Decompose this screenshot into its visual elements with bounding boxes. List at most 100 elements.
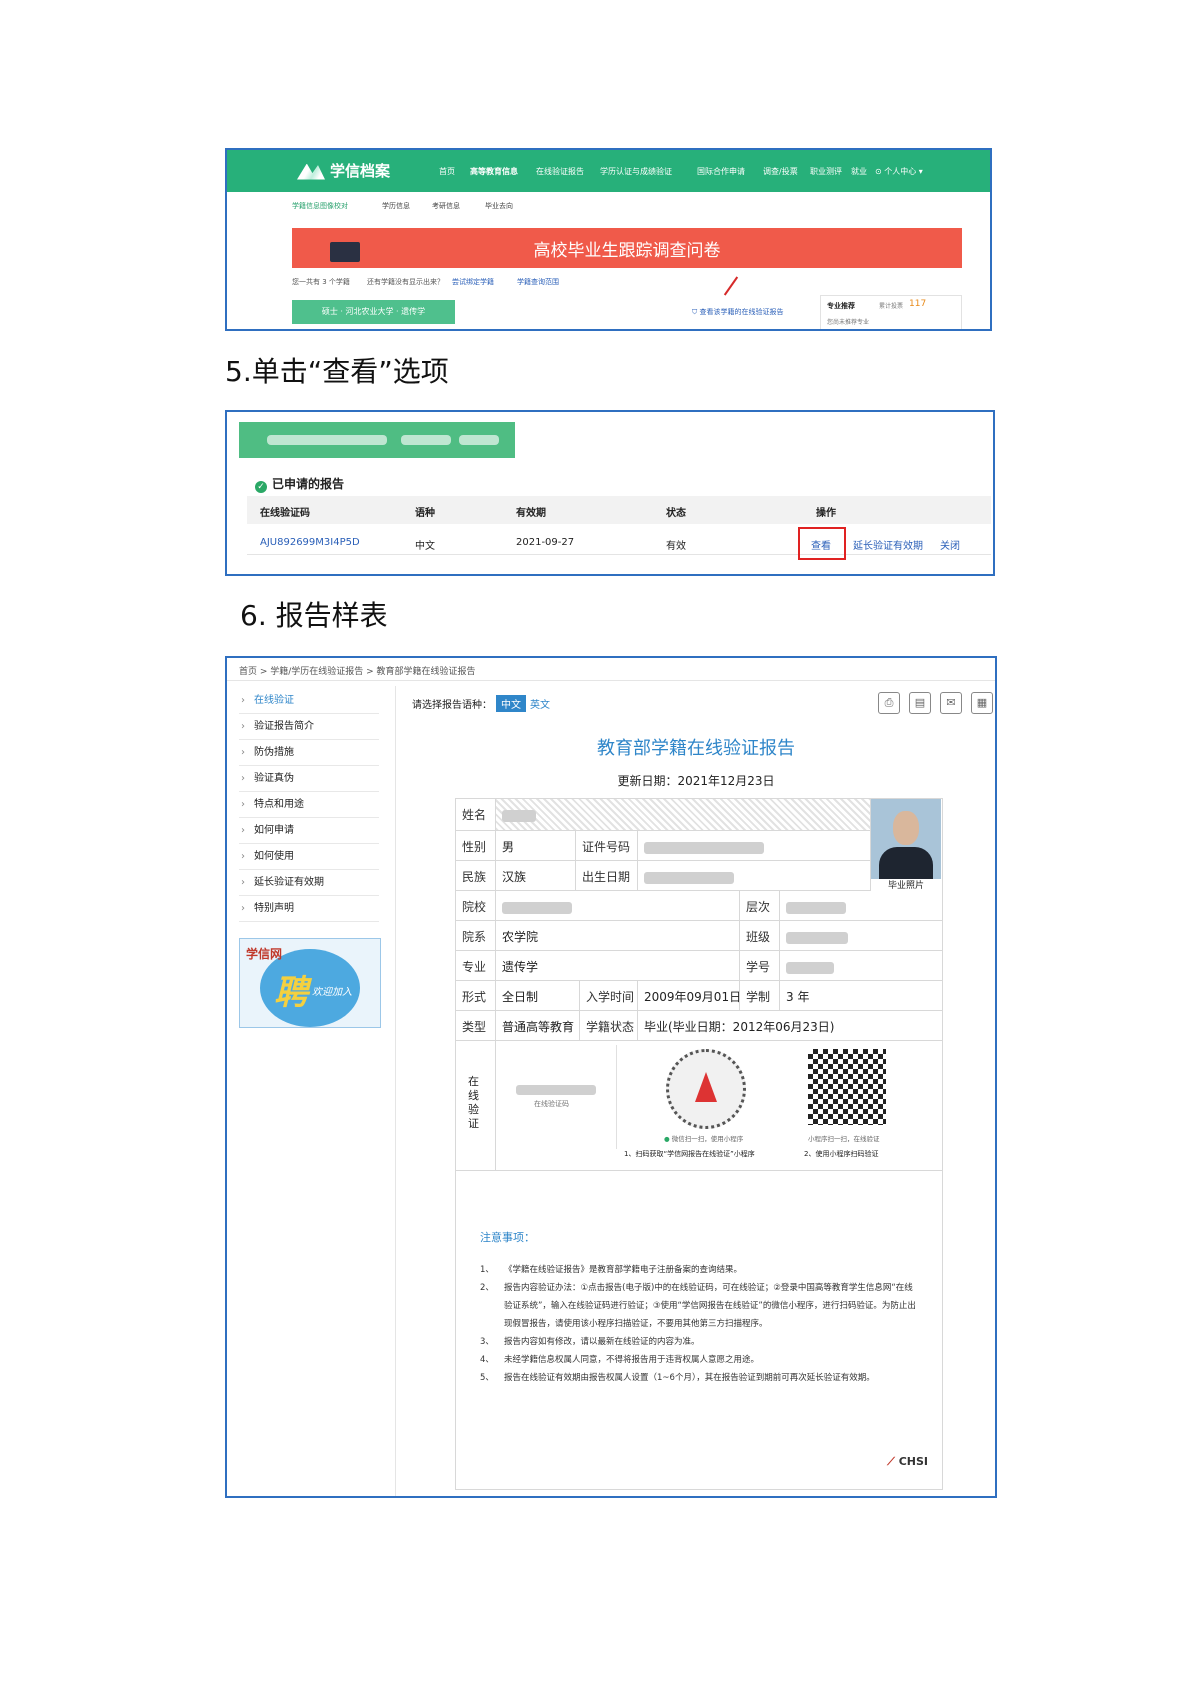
arrow-pointer-icon xyxy=(723,276,739,296)
nav-online-verification[interactable]: 在线验证报告 xyxy=(536,166,584,177)
mail-icon[interactable]: ✉ xyxy=(940,692,962,714)
label-length: 学制 xyxy=(740,981,780,1011)
header-code: 在线验证码 xyxy=(260,508,310,519)
label-birth: 出生日期 xyxy=(576,861,638,891)
print-icon[interactable]: ⎙ xyxy=(878,692,900,714)
recruit-ad[interactable]: 学信网 聘 欢迎加入 xyxy=(239,938,381,1028)
nav-survey[interactable]: 调查/投票 xyxy=(763,166,798,177)
label-level: 层次 xyxy=(740,891,780,921)
row-divider xyxy=(247,554,991,555)
verify-report-link[interactable]: ⛉ 查看该学籍的在线验证报告 xyxy=(692,307,783,317)
nav-career-test[interactable]: 职业测评 xyxy=(810,166,842,177)
type-value: 普通高等教育 xyxy=(496,1011,580,1041)
save-icon[interactable]: ▤ xyxy=(909,692,931,714)
top-navbar: 学信档案 首页 高等教育信息 在线验证报告 学历认证与成绩验证 国际合作申请 调… xyxy=(227,150,990,192)
breadcrumb: 首页 > 学籍/学历在线验证报告 > 教育部学籍在线验证报告 xyxy=(239,667,476,677)
school-value-blurred xyxy=(496,891,740,921)
birth-value-blurred xyxy=(638,861,871,891)
nav-personal-center[interactable]: ⊙ 个人中心 ▾ xyxy=(875,166,923,177)
step-2: 2、使用小程序扫码验证 xyxy=(804,1150,879,1158)
record-count: 您一共有 3 个学籍 xyxy=(292,278,350,286)
lang-english-button[interactable]: 英文 xyxy=(530,700,550,711)
photo-face xyxy=(893,811,919,845)
bind-record-link[interactable]: 尝试绑定学籍 xyxy=(452,277,494,287)
row-status: 有效 xyxy=(666,541,686,552)
table-header xyxy=(247,496,991,524)
record-range-link[interactable]: 学籍查询范围 xyxy=(517,277,559,287)
close-report-button[interactable]: 关闭 xyxy=(940,537,960,552)
sidebar: 在线验证 验证报告简介 防伪措施 验证真伪 特点和用途 如何申请 如何使用 延长… xyxy=(239,688,379,922)
label-id: 证件号码 xyxy=(576,831,638,861)
miniapp-hint: 小程序扫一扫，在线验证 xyxy=(808,1135,880,1143)
caption-step5: 5.单击“查看”选项 xyxy=(225,355,449,388)
blurred-text xyxy=(401,435,451,445)
subnav-destination[interactable]: 毕业去向 xyxy=(485,201,513,211)
card-count-label: 累计投票 xyxy=(879,303,904,310)
row-expiry: 2021-09-27 xyxy=(516,537,575,548)
divider xyxy=(395,686,396,1496)
student-photo: 毕业照片 xyxy=(871,799,941,894)
name-value-blurred xyxy=(496,799,871,831)
notes: 注意事项： 1、 《学籍在线验证报告》是教育部学籍电子注册备案的查询结果。 2、报… xyxy=(480,1229,920,1387)
id-value-blurred xyxy=(638,831,871,861)
sidebar-item-statement[interactable]: 特别声明 xyxy=(239,896,379,922)
label-name: 姓名 xyxy=(456,799,496,831)
sidebar-item-how-apply[interactable]: 如何申请 xyxy=(239,818,379,844)
screenshot-report-sample: 首页 > 学籍/学历在线验证报告 > 教育部学籍在线验证报告 在线验证 验证报告… xyxy=(225,656,997,1498)
nav-degree-certification[interactable]: 学历认证与成绩验证 xyxy=(600,166,672,177)
subnav-degree-info[interactable]: 学历信息 xyxy=(382,201,410,211)
subnav-exam-info[interactable]: 考研信息 xyxy=(432,201,460,211)
record-tab[interactable]: 硕士 · 河北农业大学 · 遗传学 xyxy=(292,300,455,324)
step-1: 1、扫码获取“学信网报告在线验证”小程序 xyxy=(624,1150,755,1158)
check-circle-icon: ✓ xyxy=(255,481,267,493)
length-value: 3 年 xyxy=(780,981,942,1011)
label-type: 类型 xyxy=(456,1011,496,1041)
label-form: 形式 xyxy=(456,981,496,1011)
section-title: ✓ 已申请的报告 xyxy=(255,475,344,493)
label-gender: 性别 xyxy=(456,831,496,861)
sidebar-item-extend[interactable]: 延长验证有效期 xyxy=(239,870,379,896)
dept-value: 农学院 xyxy=(496,921,740,951)
qrcode-icon[interactable]: ▦ xyxy=(971,692,993,714)
header-action: 操作 xyxy=(816,508,836,519)
major-value: 遗传学 xyxy=(496,951,740,981)
card-label: 专业推荐 xyxy=(827,302,855,310)
label-enroll: 入学时间 xyxy=(580,981,638,1011)
caption-step6: 6. 报告样表 xyxy=(240,599,388,632)
ad-main: 聘 xyxy=(274,973,308,1013)
label-class: 班级 xyxy=(740,921,780,951)
class-value-blurred xyxy=(780,921,942,951)
online-verify-label-cell: 在线验证 xyxy=(456,1041,496,1171)
lang-chinese-button[interactable]: 中文 xyxy=(496,695,526,712)
nav-home[interactable]: 首页 xyxy=(439,166,455,177)
student-no-blurred xyxy=(780,951,942,981)
missing-record-text: 还有学籍没有显示出来？ xyxy=(367,278,444,286)
survey-banner[interactable]: 高校毕业生跟踪调查问卷 xyxy=(292,228,962,268)
chsi-mark-icon: ⟋ xyxy=(887,1455,899,1468)
nav-employment[interactable]: 就业 xyxy=(851,166,867,177)
sidebar-item-how-use[interactable]: 如何使用 xyxy=(239,844,379,870)
extend-validity-button[interactable]: 延长验证有效期 xyxy=(853,537,923,552)
sidebar-item-features[interactable]: 特点和用途 xyxy=(239,792,379,818)
chsi-logo: ⟋ CHSI xyxy=(887,1455,928,1468)
verify-code-link[interactable]: AJU892699M3I4P5D xyxy=(260,537,360,548)
nav-higher-education[interactable]: 高等教育信息 xyxy=(470,166,518,177)
verify-code-label: 在线验证码 xyxy=(534,1100,569,1108)
label-major: 专业 xyxy=(456,951,496,981)
level-value-blurred xyxy=(780,891,942,921)
ethnic-value: 汉族 xyxy=(496,861,576,891)
verify-code-blurred xyxy=(516,1085,596,1095)
major-recommend-card: 专业推荐 累计投票 117 您尚未推荐专业 xyxy=(820,295,962,329)
card-count: 117 xyxy=(909,299,927,309)
view-button[interactable]: 查看 xyxy=(811,537,831,552)
site-logo[interactable]: 学信档案 xyxy=(297,160,390,181)
sidebar-item-online-verify[interactable]: 在线验证 xyxy=(239,688,379,714)
notes-title: 注意事项： xyxy=(480,1231,535,1244)
subnav-image-check[interactable]: 学籍信息图像校对 xyxy=(292,201,348,211)
report-table: 姓名 毕业照片 性别 男 证件号码 民族 汉族 出生日期 院校 层次 院系 农学… xyxy=(455,798,943,1490)
report-title: 教育部学籍在线验证报告 xyxy=(597,738,795,759)
label-dept: 院系 xyxy=(456,921,496,951)
header-expiry: 有效期 xyxy=(516,508,546,519)
blurred-text xyxy=(459,435,499,445)
nav-international[interactable]: 国际合作申请 xyxy=(697,166,745,177)
